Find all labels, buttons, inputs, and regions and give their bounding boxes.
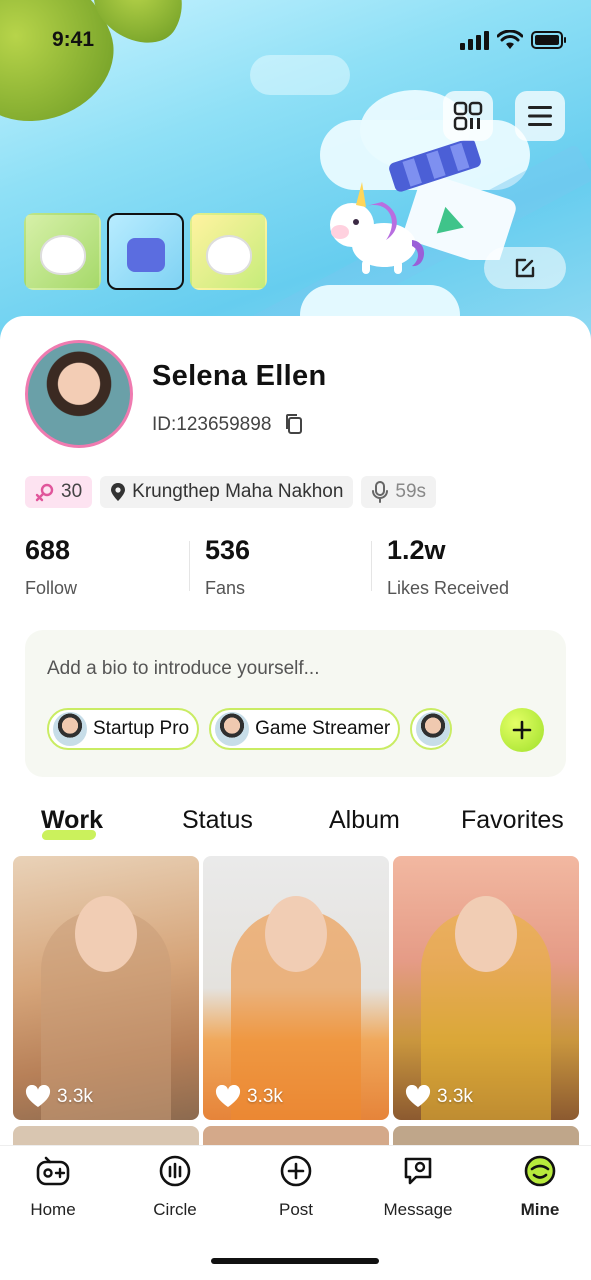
tag-chips: Startup Pro Game Streamer: [47, 708, 477, 750]
nav-post[interactable]: Post: [246, 1154, 346, 1220]
like-value: 3.3k: [437, 1085, 473, 1107]
heart-icon: [215, 1085, 241, 1107]
like-count: 3.3k: [215, 1085, 283, 1108]
work-item[interactable]: 3.3k: [393, 856, 579, 1120]
tab-status[interactable]: Status: [182, 806, 253, 835]
theme-thumbnail[interactable]: [24, 213, 101, 290]
voice-intro-badge[interactable]: 59s: [361, 476, 437, 508]
copy-icon[interactable]: [284, 413, 304, 435]
stat-value: 688: [25, 535, 71, 565]
heart-icon: [405, 1085, 431, 1107]
status-time: 9:41: [52, 28, 95, 51]
like-count: 3.3k: [25, 1085, 93, 1108]
plus-circle-icon: [279, 1154, 313, 1188]
nav-mine[interactable]: Mine: [490, 1154, 590, 1220]
nav-home[interactable]: Home: [3, 1154, 103, 1220]
unicorn-clapper-icon: [126, 238, 165, 273]
edit-icon: [515, 258, 535, 278]
menu-button[interactable]: [515, 91, 565, 141]
signal-icon: [460, 31, 489, 50]
stat-value: 536: [205, 535, 251, 565]
status-icons: [459, 30, 567, 50]
location-badge: Krungthep Maha Nakhon: [100, 476, 354, 508]
tab-favorites[interactable]: Favorites: [461, 806, 564, 835]
stat-follow[interactable]: 688 Follow: [25, 535, 205, 599]
stat-fans[interactable]: 536 Fans: [189, 535, 387, 599]
mine-icon: [523, 1154, 557, 1188]
profile-tags: 30 Krungthep Maha Nakhon 59s: [25, 476, 437, 508]
stat-label: Fans: [205, 578, 246, 598]
qr-code-icon: [453, 101, 483, 131]
qr-code-button[interactable]: [443, 91, 493, 141]
battery-icon: [531, 31, 566, 49]
unicorn-illustration: [330, 182, 425, 274]
like-count: 3.3k: [405, 1085, 473, 1108]
hamburger-menu-icon: [528, 106, 552, 126]
nav-label: Post: [278, 1200, 314, 1219]
banner-theme-selector: [24, 213, 267, 290]
profile-id: ID:123659898: [152, 414, 272, 435]
tag-chip[interactable]: Startup Pro: [47, 708, 200, 750]
profile-stats: 688 Follow 536 Fans 1.2w Likes Received: [25, 535, 566, 599]
message-icon: [401, 1154, 435, 1188]
cloud-decoration: [250, 55, 350, 95]
gamepad-icon: [36, 1154, 70, 1188]
edit-profile-button[interactable]: [484, 247, 566, 289]
chip-label: Game Streamer: [255, 718, 391, 739]
tag-chip[interactable]: [410, 708, 453, 750]
status-bar: 9:41: [0, 28, 591, 52]
home-indicator: [211, 1258, 379, 1264]
like-value: 3.3k: [57, 1085, 93, 1107]
chip-avatar: [215, 712, 250, 746]
gender-age-badge: 30: [25, 476, 93, 508]
female-icon: [35, 483, 54, 502]
photo-face: [265, 896, 327, 972]
stat-likes[interactable]: 1.2w Likes Received: [371, 535, 566, 599]
chip-avatar: [53, 712, 87, 746]
microphone-icon: [372, 481, 389, 503]
voice-duration: 59s: [395, 481, 427, 502]
nav-label: Message: [383, 1200, 453, 1219]
chip-label: Startup Pro: [93, 718, 190, 739]
chip-avatar: [416, 712, 451, 746]
tag-chip[interactable]: Game Streamer: [209, 708, 401, 750]
theme-thumbnail[interactable]: [190, 213, 267, 290]
location-pin-icon: [111, 483, 126, 501]
content-tabs: Work Status Album Favorites: [0, 806, 591, 842]
tab-work[interactable]: Work: [41, 806, 103, 835]
photo-face: [455, 896, 517, 972]
avatar[interactable]: [25, 340, 133, 448]
location-text: Krungthep Maha Nakhon: [132, 481, 344, 502]
bio-section: Add a bio to introduce yourself... Start…: [25, 630, 566, 777]
nav-label: Mine: [520, 1200, 560, 1219]
nav-message[interactable]: Message: [368, 1154, 468, 1220]
circle-icon: [158, 1154, 192, 1188]
wifi-icon: [497, 30, 523, 49]
like-value: 3.3k: [247, 1085, 283, 1107]
nav-circle[interactable]: Circle: [125, 1154, 225, 1220]
photo-face: [75, 896, 137, 972]
add-tag-button[interactable]: [500, 708, 544, 752]
profile-name: Selena Ellen: [152, 360, 327, 392]
heart-icon: [25, 1085, 51, 1107]
nav-label: Home: [30, 1200, 76, 1219]
age-value: 30: [61, 481, 83, 502]
stat-label: Follow: [25, 578, 78, 598]
stat-label: Likes Received: [387, 578, 510, 598]
nav-label: Circle: [153, 1200, 197, 1219]
stat-value: 1.2w: [387, 535, 446, 565]
cartoon-creature-icon: [205, 235, 252, 276]
cartoon-unicorn-icon: [39, 235, 86, 276]
work-item[interactable]: 3.3k: [13, 856, 199, 1120]
plus-icon: [512, 720, 532, 740]
works-grid: 3.3k 3.3k 3.3k: [13, 856, 579, 1120]
profile-banner: 9:41: [0, 0, 591, 340]
tab-album[interactable]: Album: [329, 806, 400, 835]
work-item[interactable]: 3.3k: [203, 856, 389, 1120]
bio-placeholder[interactable]: Add a bio to introduce yourself...: [47, 658, 320, 680]
theme-thumbnail-selected[interactable]: [107, 213, 184, 290]
